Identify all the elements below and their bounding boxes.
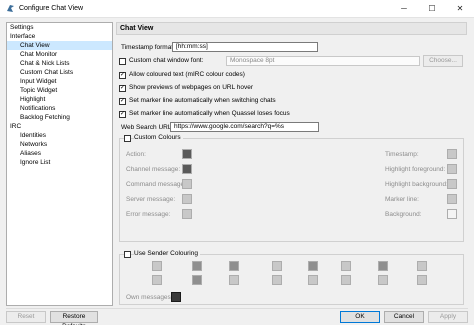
custom-colours-checkbox[interactable] bbox=[124, 135, 131, 142]
close-icon[interactable]: ✕ bbox=[446, 0, 474, 18]
window-title: Configure Chat View bbox=[19, 5, 84, 12]
colour-label-highlight-foreground: Highlight foreground: bbox=[385, 166, 446, 173]
custom-font-checkbox[interactable] bbox=[119, 58, 126, 65]
own-messages-label: Own messages: bbox=[126, 294, 173, 301]
sender-colour-swatch-6[interactable] bbox=[229, 275, 239, 285]
apply-button[interactable]: Apply bbox=[428, 311, 468, 323]
colour-label-highlight-background: Highlight background: bbox=[385, 181, 448, 188]
sender-colour-swatch-12[interactable] bbox=[341, 275, 351, 285]
sender-colour-swatch-4[interactable] bbox=[192, 275, 202, 285]
quassel-app-icon bbox=[7, 5, 14, 12]
title-bar: Configure Chat View ─ ☐ ✕ bbox=[0, 0, 474, 18]
sender-colour-swatch-3[interactable] bbox=[192, 261, 202, 271]
tree-item-chat-monitor[interactable]: Chat Monitor bbox=[7, 50, 112, 59]
allow-coloured-label: Allow coloured text (mIRC colour codes) bbox=[129, 71, 245, 78]
sender-colour-swatch-5[interactable] bbox=[229, 261, 239, 271]
marker-switch-label: Set marker line automatically when switc… bbox=[129, 97, 276, 104]
sender-colour-swatch-8[interactable] bbox=[272, 275, 282, 285]
tree-item-chat-view[interactable]: Chat View bbox=[7, 41, 112, 50]
tree-item-input-widget[interactable]: Input Widget bbox=[7, 77, 112, 86]
sender-colour-swatch-14[interactable] bbox=[378, 275, 388, 285]
panel-title: Chat View bbox=[116, 22, 467, 35]
action-colour-swatch[interactable] bbox=[182, 149, 192, 159]
channel-message-colour-swatch[interactable] bbox=[182, 164, 192, 174]
settings-tree[interactable]: Settings Interface Chat View Chat Monito… bbox=[6, 22, 113, 306]
timestamp-format-input[interactable]: [hh:mm:ss] bbox=[172, 42, 318, 52]
allow-coloured-checkbox[interactable]: ✓ bbox=[119, 72, 126, 79]
sender-colour-swatch-16[interactable] bbox=[417, 275, 427, 285]
marker-switch-checkbox[interactable]: ✓ bbox=[119, 98, 126, 105]
tree-item-topic-widget[interactable]: Topic Widget bbox=[7, 86, 112, 95]
command-message-colour-swatch[interactable] bbox=[182, 179, 192, 189]
sender-colour-swatch-13[interactable] bbox=[378, 261, 388, 271]
tree-item-irc[interactable]: IRC bbox=[7, 122, 112, 131]
tree-item-aliases[interactable]: Aliases bbox=[7, 149, 112, 158]
colour-label-command-message: Command message: bbox=[126, 181, 186, 188]
minimize-icon[interactable]: ─ bbox=[390, 0, 418, 18]
tree-item-identities[interactable]: Identities bbox=[7, 131, 112, 140]
maximize-icon[interactable]: ☐ bbox=[418, 0, 446, 18]
show-previews-checkbox[interactable]: ✓ bbox=[119, 85, 126, 92]
colour-label-marker-line: Marker line: bbox=[385, 196, 419, 203]
tree-item-custom-chat-lists[interactable]: Custom Chat Lists bbox=[7, 68, 112, 77]
restore-defaults-button[interactable]: Restore Defaults bbox=[50, 311, 98, 325]
font-display-field: Monospace 8pt bbox=[226, 56, 420, 66]
own-messages-colour-swatch[interactable] bbox=[171, 292, 181, 302]
show-previews-label: Show previews of webpages on URL hover bbox=[129, 84, 254, 91]
ok-button[interactable]: OK bbox=[340, 311, 380, 323]
footer-divider bbox=[6, 308, 468, 309]
server-message-colour-swatch[interactable] bbox=[182, 194, 192, 204]
web-search-url-label: Web Search URL: bbox=[121, 124, 174, 131]
reset-button[interactable]: Reset bbox=[6, 311, 46, 323]
colour-label-timestamp: Timestamp: bbox=[385, 151, 419, 158]
tree-item-networks[interactable]: Networks bbox=[7, 140, 112, 149]
tree-item-ignore-list[interactable]: Ignore List bbox=[7, 158, 112, 167]
error-message-colour-swatch[interactable] bbox=[182, 209, 192, 219]
web-search-url-input[interactable]: https://www.google.com/search?q=%s bbox=[170, 122, 319, 132]
marker-focus-checkbox[interactable]: ✓ bbox=[119, 111, 126, 118]
tree-item-interface[interactable]: Interface bbox=[7, 32, 112, 41]
highlight-background-colour-swatch[interactable] bbox=[447, 179, 457, 189]
tree-item-settings[interactable]: Settings bbox=[7, 23, 112, 32]
colour-label-error-message: Error message: bbox=[126, 211, 171, 218]
sender-colour-swatch-2[interactable] bbox=[152, 275, 162, 285]
highlight-foreground-colour-swatch[interactable] bbox=[447, 164, 457, 174]
sender-colour-swatch-7[interactable] bbox=[272, 261, 282, 271]
colour-label-server-message: Server message: bbox=[126, 196, 176, 203]
colour-label-background: Background: bbox=[385, 211, 422, 218]
tree-item-highlight[interactable]: Highlight bbox=[7, 95, 112, 104]
colour-label-channel-message: Channel message: bbox=[126, 166, 181, 173]
marker-line-colour-swatch[interactable] bbox=[447, 194, 457, 204]
background-colour-swatch[interactable] bbox=[447, 209, 457, 219]
colour-label-action: Action: bbox=[126, 151, 146, 158]
marker-focus-label: Set marker line automatically when Quass… bbox=[129, 110, 290, 117]
sender-colour-swatch-11[interactable] bbox=[341, 261, 351, 271]
sender-colour-swatch-9[interactable] bbox=[308, 261, 318, 271]
choose-font-button[interactable]: Choose... bbox=[423, 55, 463, 67]
tree-item-backlog-fetching[interactable]: Backlog Fetching bbox=[7, 113, 112, 122]
sender-colouring-checkbox[interactable] bbox=[124, 251, 131, 258]
sender-colour-swatch-1[interactable] bbox=[152, 261, 162, 271]
chat-view-settings-panel: Chat View Timestamp format: [hh:mm:ss] C… bbox=[116, 22, 467, 306]
tree-item-notifications[interactable]: Notifications bbox=[7, 104, 112, 113]
sender-colour-swatch-10[interactable] bbox=[308, 275, 318, 285]
cancel-button[interactable]: Cancel bbox=[384, 311, 424, 323]
custom-font-label: Custom chat window font: bbox=[129, 57, 204, 64]
sender-colour-swatch-15[interactable] bbox=[417, 261, 427, 271]
timestamp-format-label: Timestamp format: bbox=[121, 44, 175, 51]
tree-item-chat-nick-lists[interactable]: Chat & Nick Lists bbox=[7, 59, 112, 68]
timestamp-colour-swatch[interactable] bbox=[447, 149, 457, 159]
custom-colours-label: Custom Colours bbox=[134, 134, 183, 142]
sender-colouring-label: Use Sender Colouring bbox=[134, 250, 200, 258]
